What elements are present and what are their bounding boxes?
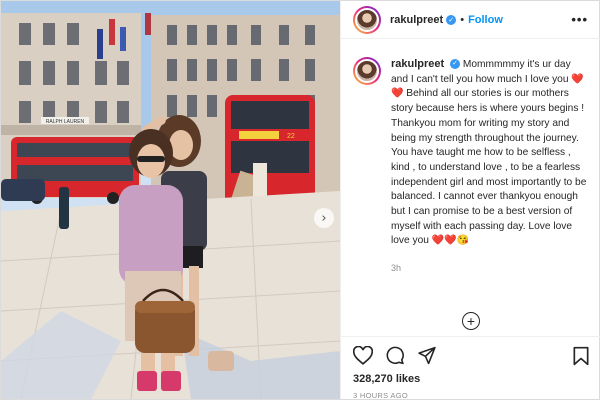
bus-route-number: 22	[287, 133, 295, 140]
storefront-sign: RALPH LAUREN	[46, 119, 85, 125]
action-icons	[353, 346, 437, 365]
verified-badge-icon: ✓	[446, 14, 457, 25]
caption-comment: rakulpreet ✓ Mommmmmy it's ur day and I …	[341, 47, 600, 276]
caption-text-part2: Behind all our stories is our mothers st…	[391, 88, 587, 247]
avatar[interactable]	[353, 57, 381, 85]
post-details-panel: rakulpreet ✓ • Follow ••• rakulpreet ✓ M…	[340, 1, 600, 400]
plus-circle-icon[interactable]: +	[462, 312, 480, 330]
comment-icon[interactable]	[385, 346, 405, 365]
post-timestamp[interactable]: 3 HOURS AGO	[353, 391, 408, 400]
follow-button[interactable]: Follow	[468, 14, 503, 26]
caption-timestamp[interactable]: 3h	[391, 261, 590, 276]
post-header: rakulpreet ✓ • Follow •••	[341, 1, 600, 39]
avatar[interactable]	[353, 5, 381, 34]
separator-dot: •	[460, 13, 465, 26]
heart-icon[interactable]	[353, 346, 373, 365]
ending-emoji: ❤️❤️😘	[431, 235, 470, 247]
chevron-right-icon[interactable]: ›	[314, 208, 334, 228]
bookmark-icon[interactable]	[572, 346, 590, 366]
verified-badge-icon: ✓	[450, 59, 461, 70]
more-options-icon[interactable]: •••	[571, 12, 588, 27]
post-photo[interactable]: RALPH LAUREN 22 ›	[1, 1, 340, 399]
post-actions: 328,270 likes 3 HOURS AGO	[341, 336, 600, 400]
post-author-username[interactable]: rakulpreet	[390, 14, 443, 26]
caption-username[interactable]: rakulpreet	[391, 58, 444, 70]
likes-count[interactable]: 328,270 likes	[353, 373, 420, 385]
caption-body: rakulpreet ✓ Mommmmmy it's ur day and I …	[391, 57, 590, 276]
street-scene-illustration: RALPH LAUREN 22	[1, 1, 340, 399]
share-icon[interactable]	[417, 346, 437, 365]
